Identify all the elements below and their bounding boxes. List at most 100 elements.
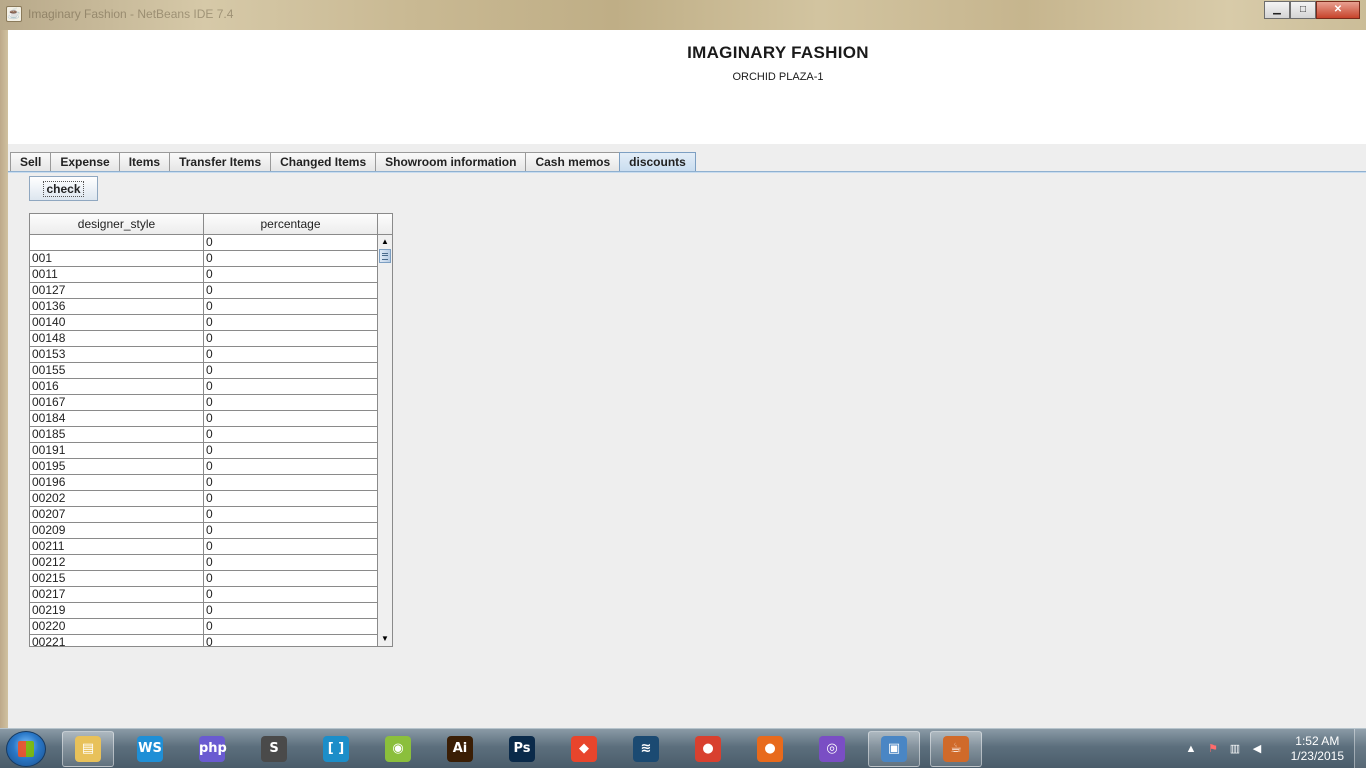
- percentage-cell[interactable]: 0: [204, 379, 378, 394]
- table-row[interactable]: 00195 0: [30, 459, 378, 475]
- scroll-thumb[interactable]: [379, 249, 391, 263]
- brackets-icon[interactable]: [ ]: [310, 731, 362, 767]
- phpstorm-icon[interactable]: php: [186, 731, 238, 767]
- designer-style-cell[interactable]: 00211: [30, 539, 204, 554]
- action-center-icon[interactable]: ⚑: [1206, 742, 1220, 756]
- table-row[interactable]: 0: [30, 235, 378, 251]
- start-button-icon[interactable]: [6, 731, 46, 767]
- percentage-cell[interactable]: 0: [204, 475, 378, 490]
- maximize-icon[interactable]: □: [1290, 1, 1316, 19]
- webstorm-icon[interactable]: WS: [124, 731, 176, 767]
- percentage-cell[interactable]: 0: [204, 363, 378, 378]
- percentage-cell[interactable]: 0: [204, 507, 378, 522]
- percentage-cell[interactable]: 0: [204, 395, 378, 410]
- volume-muted-icon[interactable]: ◀: [1250, 742, 1264, 756]
- tab-cash-memos[interactable]: Cash memos: [525, 152, 621, 172]
- designer-style-cell[interactable]: 00185: [30, 427, 204, 442]
- percentage-cell[interactable]: 0: [204, 267, 378, 282]
- percentage-cell[interactable]: 0: [204, 459, 378, 474]
- designer-style-cell[interactable]: 00195: [30, 459, 204, 474]
- column-header-designer-style[interactable]: designer_style: [30, 214, 204, 234]
- designer-style-cell[interactable]: 00184: [30, 411, 204, 426]
- percentage-cell[interactable]: 0: [204, 635, 378, 646]
- tab-transfer-items[interactable]: Transfer Items: [169, 152, 272, 172]
- percentage-cell[interactable]: 0: [204, 427, 378, 442]
- designer-style-cell[interactable]: 0011: [30, 267, 204, 282]
- designer-style-cell[interactable]: 00148: [30, 331, 204, 346]
- scroll-up-icon[interactable]: ▲: [378, 235, 392, 249]
- table-row[interactable]: 0011 0: [30, 267, 378, 283]
- tab-showroom-information[interactable]: Showroom information: [375, 152, 527, 172]
- tab-discounts[interactable]: discounts: [619, 152, 696, 172]
- percentage-cell[interactable]: 0: [204, 619, 378, 634]
- percentage-cell[interactable]: 0: [204, 587, 378, 602]
- table-row[interactable]: 00207 0: [30, 507, 378, 523]
- table-row[interactable]: 00220 0: [30, 619, 378, 635]
- table-row[interactable]: 00153 0: [30, 347, 378, 363]
- table-row[interactable]: 00202 0: [30, 491, 378, 507]
- table-row[interactable]: 00221 0: [30, 635, 378, 646]
- table-row[interactable]: 00185 0: [30, 427, 378, 443]
- tab-sell[interactable]: Sell: [10, 152, 52, 172]
- designer-style-cell[interactable]: 00167: [30, 395, 204, 410]
- percentage-cell[interactable]: 0: [204, 235, 378, 250]
- table-row[interactable]: 001 0: [30, 251, 378, 267]
- windows-explorer-icon[interactable]: ▤: [62, 731, 114, 767]
- network-icon[interactable]: ▥: [1228, 742, 1242, 756]
- mysql-workbench-icon[interactable]: ≋: [620, 731, 672, 767]
- designer-style-cell[interactable]: 0016: [30, 379, 204, 394]
- android-icon[interactable]: ◉: [372, 731, 424, 767]
- table-row[interactable]: 00136 0: [30, 299, 378, 315]
- percentage-cell[interactable]: 0: [204, 315, 378, 330]
- table-row[interactable]: 00148 0: [30, 331, 378, 347]
- table-row[interactable]: 00215 0: [30, 571, 378, 587]
- designer-style-cell[interactable]: 00217: [30, 587, 204, 602]
- window-title-bar[interactable]: ☕ Imaginary Fashion - NetBeans IDE 7.4 ▁…: [0, 0, 1366, 30]
- minimize-icon[interactable]: ▁: [1264, 1, 1290, 19]
- percentage-cell[interactable]: 0: [204, 251, 378, 266]
- percentage-cell[interactable]: 0: [204, 491, 378, 506]
- bittorrent-icon[interactable]: ◎: [806, 731, 858, 767]
- designer-style-cell[interactable]: 00202: [30, 491, 204, 506]
- percentage-cell[interactable]: 0: [204, 571, 378, 586]
- designer-style-cell[interactable]: 00221: [30, 635, 204, 646]
- table-row[interactable]: 00140 0: [30, 315, 378, 331]
- table-row[interactable]: 00196 0: [30, 475, 378, 491]
- photoshop-icon[interactable]: Ps: [496, 731, 548, 767]
- designer-style-cell[interactable]: 00191: [30, 443, 204, 458]
- designer-style-cell[interactable]: 00220: [30, 619, 204, 634]
- designer-style-cell[interactable]: 00155: [30, 363, 204, 378]
- designer-style-cell[interactable]: 001: [30, 251, 204, 266]
- system-clock[interactable]: 1:52 AM 1/23/2015: [1291, 734, 1344, 764]
- table-row[interactable]: 00217 0: [30, 587, 378, 603]
- percentage-cell[interactable]: 0: [204, 603, 378, 618]
- close-icon[interactable]: ✕: [1316, 1, 1360, 19]
- table-row[interactable]: 00167 0: [30, 395, 378, 411]
- table-row[interactable]: 00212 0: [30, 555, 378, 571]
- table-row[interactable]: 00209 0: [30, 523, 378, 539]
- designer-style-cell[interactable]: 00207: [30, 507, 204, 522]
- illustrator-icon[interactable]: Ai: [434, 731, 486, 767]
- table-row[interactable]: 00127 0: [30, 283, 378, 299]
- designer-style-cell[interactable]: [30, 235, 204, 250]
- percentage-cell[interactable]: 0: [204, 411, 378, 426]
- show-desktop-button[interactable]: [1354, 729, 1366, 768]
- column-header-percentage[interactable]: percentage: [204, 214, 378, 234]
- designer-style-cell[interactable]: 00127: [30, 283, 204, 298]
- percentage-cell[interactable]: 0: [204, 299, 378, 314]
- vertical-scrollbar[interactable]: ▲ ▼: [377, 235, 392, 646]
- table-row[interactable]: 00191 0: [30, 443, 378, 459]
- table-row[interactable]: 00184 0: [30, 411, 378, 427]
- chrome-icon[interactable]: ●: [682, 731, 734, 767]
- percentage-cell[interactable]: 0: [204, 523, 378, 538]
- tab-expense[interactable]: Expense: [50, 152, 120, 172]
- table-row[interactable]: 0016 0: [30, 379, 378, 395]
- designer-style-cell[interactable]: 00219: [30, 603, 204, 618]
- git-icon[interactable]: ◆: [558, 731, 610, 767]
- virtualbox-icon[interactable]: ▣: [868, 731, 920, 767]
- designer-style-cell[interactable]: 00196: [30, 475, 204, 490]
- designer-style-cell[interactable]: 00215: [30, 571, 204, 586]
- tray-chevron-icon[interactable]: ▲: [1184, 742, 1198, 756]
- tab-changed-items[interactable]: Changed Items: [270, 152, 377, 172]
- designer-style-cell[interactable]: 00209: [30, 523, 204, 538]
